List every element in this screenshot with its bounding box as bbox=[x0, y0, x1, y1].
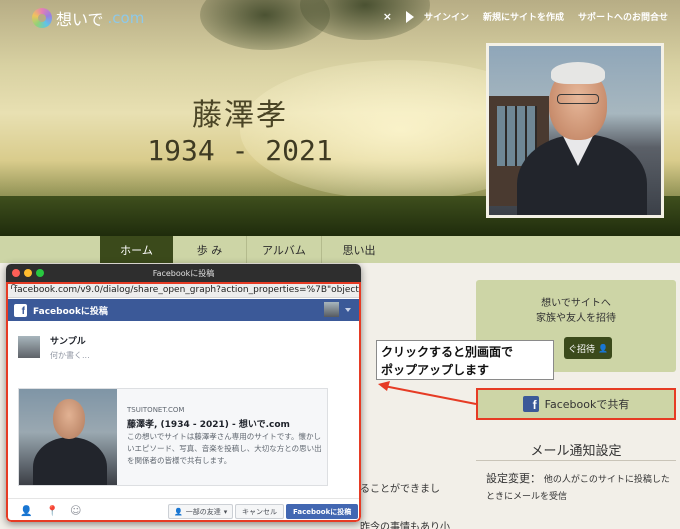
facebook-icon: f bbox=[14, 303, 27, 317]
body-text: ることができまし bbox=[360, 484, 440, 495]
link-description: この想いでサイトは藤澤孝さん専用のサイトです。懐かしいエピソード、写真、音楽を投… bbox=[127, 432, 322, 465]
site-logo[interactable]: 想いで .com bbox=[32, 6, 144, 30]
link-title: 藤澤孝, (1934 - 2021) - 想いで.com bbox=[127, 420, 290, 430]
tab-memories[interactable]: 思い出 bbox=[322, 236, 396, 263]
portrait-photo bbox=[486, 43, 664, 218]
facebook-icon: f bbox=[522, 396, 539, 412]
popup-titlebar: Facebookに投稿 bbox=[6, 264, 361, 282]
location-icon[interactable]: 📍 bbox=[46, 506, 58, 517]
chevron-down-icon[interactable] bbox=[345, 308, 351, 312]
memorial-name: 藤澤孝 bbox=[192, 98, 288, 133]
signin-link[interactable]: サインイン bbox=[424, 10, 469, 23]
invite-button-label: ぐ招待 bbox=[568, 344, 596, 355]
photo-hair bbox=[551, 62, 605, 84]
tab-history[interactable]: 歩 み bbox=[173, 236, 247, 263]
divider bbox=[476, 460, 676, 461]
dialog-title: Facebookに投稿 bbox=[33, 306, 108, 317]
invite-line-1: 想いでサイトへ bbox=[541, 298, 611, 309]
avatar[interactable] bbox=[324, 302, 339, 317]
minimize-window-icon[interactable] bbox=[24, 269, 32, 277]
memorial-years: 1934 - 2021 bbox=[147, 134, 333, 167]
post-to-facebook-button[interactable]: Facebookに投稿 bbox=[286, 504, 359, 519]
invite-line-2: 家族や友人を招待 bbox=[536, 313, 616, 324]
link-preview-card: TSUITONET.COM 藤澤孝, (1934 - 2021) - 想いで.c… bbox=[18, 388, 328, 486]
mail-settings-text: 設定変更： 他の人がこのサイトに投稿したときにメールを受信 bbox=[486, 470, 676, 506]
main-nav: ホーム 歩 み アルバム 思い出 bbox=[0, 236, 680, 263]
dialog-footer: 👤 📍 ☺ 👤 一部の友達 ▾ キャンセル Facebookに投稿 bbox=[6, 498, 361, 522]
url-bar[interactable]: facebook.com/v9.0/dialog/share_open_grap… bbox=[6, 282, 361, 298]
close-window-icon[interactable] bbox=[12, 269, 20, 277]
invite-text: 想いでサイトへ 家族や友人を招待 bbox=[476, 296, 676, 326]
add-person-icon: 👤 bbox=[598, 343, 608, 353]
feeling-icon[interactable]: ☺ bbox=[70, 504, 81, 517]
link-preview-image bbox=[19, 389, 117, 485]
logo-name: 想いで bbox=[56, 10, 104, 29]
body-text: 昨今の事情もあり小 bbox=[360, 522, 450, 529]
preview-body bbox=[33, 437, 107, 485]
tab-home[interactable]: ホーム bbox=[100, 236, 173, 263]
play-icon[interactable] bbox=[405, 10, 414, 23]
user-avatar bbox=[18, 336, 40, 358]
invite-button[interactable]: ぐ招待 👤 bbox=[564, 337, 612, 359]
audience-label: 一部の友達 bbox=[185, 507, 221, 516]
person-icon: 👤 bbox=[174, 507, 183, 516]
callout-line-1: クリックすると別画面で bbox=[381, 345, 514, 359]
compose-input[interactable]: 何か書く... bbox=[50, 350, 90, 361]
audience-selector[interactable]: 👤 一部の友達 ▾ bbox=[168, 504, 234, 519]
tag-friends-icon[interactable]: 👤 bbox=[20, 506, 32, 517]
user-name: サンプル bbox=[50, 337, 86, 347]
photo-glasses bbox=[557, 94, 599, 104]
mail-settings-title: メール通知設定 bbox=[530, 444, 622, 459]
popup-window-title: Facebookに投稿 bbox=[152, 268, 215, 278]
facebook-share-button[interactable]: f Facebookで共有 bbox=[476, 388, 676, 420]
link-domain: TSUITONET.COM bbox=[127, 406, 185, 414]
url-text: facebook.com/v9.0/dialog/share_open_grap… bbox=[14, 284, 361, 295]
facebook-popup-window: Facebookに投稿 facebook.com/v9.0/dialog/sha… bbox=[6, 264, 361, 522]
facebook-share-label: Facebookで共有 bbox=[544, 398, 630, 411]
logo-mark-icon bbox=[32, 8, 52, 28]
close-icon[interactable]: × bbox=[383, 10, 392, 23]
logo-domain: .com bbox=[107, 9, 145, 27]
create-site-link[interactable]: 新規にサイトを作成 bbox=[483, 10, 564, 23]
top-nav: × サインイン 新規にサイトを作成 サポートへのお問合せ bbox=[383, 10, 668, 23]
cancel-button[interactable]: キャンセル bbox=[235, 504, 284, 519]
support-link[interactable]: サポートへのお問合せ bbox=[578, 10, 668, 23]
maximize-window-icon[interactable] bbox=[36, 269, 44, 277]
preview-head bbox=[53, 399, 85, 439]
chevron-down-icon: ▾ bbox=[223, 507, 228, 516]
facebook-dialog-header: f Facebookに投稿 bbox=[6, 299, 361, 321]
mail-settings-link[interactable]: 設定変更： bbox=[486, 472, 541, 485]
annotation-arrow bbox=[378, 381, 477, 405]
top-bar: 想いで .com × サインイン 新規にサイトを作成 サポートへのお問合せ bbox=[0, 0, 680, 32]
tab-album[interactable]: アルバム bbox=[247, 236, 322, 263]
